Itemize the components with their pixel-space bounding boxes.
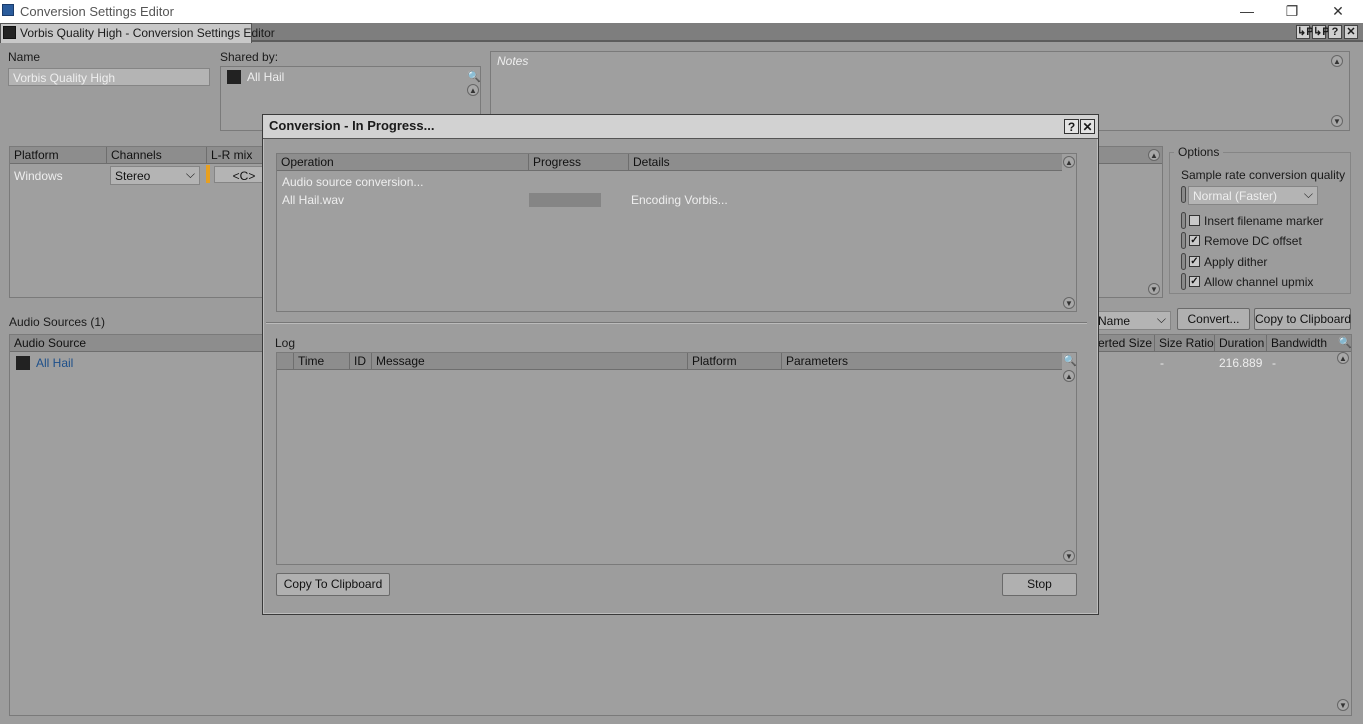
channels-dropdown[interactable]: Stereo ⌵ xyxy=(110,166,200,185)
log-scroll-up-icon[interactable]: ▲ xyxy=(1063,370,1075,382)
cb-pill xyxy=(1181,253,1186,270)
col-details[interactable]: Details xyxy=(628,154,1062,170)
insert-filename-marker-checkbox[interactable] xyxy=(1189,215,1200,226)
name-field[interactable]: Vorbis Quality High xyxy=(8,68,210,86)
remove-dc-offset-checkbox[interactable]: ✓ xyxy=(1189,235,1200,246)
col-duration[interactable]: Duration xyxy=(1214,335,1266,351)
dialog-help-button[interactable]: ? xyxy=(1064,119,1079,134)
name-label: Name xyxy=(8,50,41,64)
restore-button[interactable]: ❐ xyxy=(1269,0,1315,23)
size-ratio-cell: - xyxy=(1160,356,1164,370)
platform-scroll-up-icon[interactable]: ▲ xyxy=(1148,149,1160,161)
sources-scroll-down-icon[interactable]: ▼ xyxy=(1337,699,1349,711)
close-button[interactable]: ✕ xyxy=(1315,0,1361,23)
col-message[interactable]: Message xyxy=(371,353,687,369)
remove-dc-offset-label: Remove DC offset xyxy=(1204,234,1302,248)
duration-cell: 216.889 xyxy=(1219,356,1263,370)
col-platform[interactable]: Platform xyxy=(10,147,106,163)
col-log-blank xyxy=(277,353,293,369)
window-title: Conversion Settings Editor xyxy=(20,4,174,19)
cb-pill xyxy=(1181,232,1186,249)
apply-dither-checkbox[interactable]: ✓ xyxy=(1189,256,1200,267)
tab-label: Vorbis Quality High - Conversion Setting… xyxy=(20,26,275,40)
waveform-icon xyxy=(16,356,30,370)
col-progress[interactable]: Progress xyxy=(528,154,628,170)
insert-filename-marker-label: Insert filename marker xyxy=(1204,214,1324,228)
quality-dropdown[interactable]: Normal (Faster) ⌵ xyxy=(1188,186,1318,205)
scroll-up-icon[interactable]: ▲ xyxy=(467,84,479,96)
dialog-copy-to-clipboard-button[interactable]: Copy To Clipboard xyxy=(276,573,390,596)
minimize-button[interactable]: — xyxy=(1224,0,1270,23)
pin-alt-icon[interactable]: ↳P xyxy=(1312,25,1330,39)
col-size-ratio[interactable]: Size Ratio xyxy=(1154,335,1214,351)
log-table: Time ID Message Platform Parameters 🔍 ▲ … xyxy=(276,352,1077,565)
search-icon[interactable]: 🔍 xyxy=(467,70,481,83)
platform-cell: Windows xyxy=(14,169,63,183)
col-channels[interactable]: Channels xyxy=(106,147,206,163)
operations-header: Operation Progress Details xyxy=(277,154,1062,171)
notes-scroll-up-icon[interactable]: ▲ xyxy=(1331,55,1343,67)
chevron-down-icon: ⌵ xyxy=(1303,187,1313,201)
col-lr-mix[interactable]: L-R mix xyxy=(206,147,266,163)
sources-scroll-up-icon[interactable]: ▲ xyxy=(1337,352,1349,364)
operation-cell: Audio source conversion... xyxy=(282,175,424,189)
sort-value: Name xyxy=(1098,314,1131,328)
notes-placeholder: Notes xyxy=(497,54,529,68)
operation-cell: All Hail.wav xyxy=(282,193,345,207)
chevron-down-icon: ⌵ xyxy=(1156,312,1166,326)
shared-by-label: Shared by: xyxy=(220,50,279,64)
details-cell: Encoding Vorbis... xyxy=(631,193,728,207)
quality-pill xyxy=(1181,186,1186,203)
operations-table: Operation Progress Details Audio source … xyxy=(276,153,1077,312)
window-titlebar xyxy=(0,0,1363,23)
log-scroll-down-icon[interactable]: ▼ xyxy=(1063,550,1075,562)
pin-icon[interactable]: ↳P xyxy=(1296,25,1314,39)
copy-to-clipboard-button[interactable]: Copy to Clipboard xyxy=(1254,308,1351,330)
audio-source-link[interactable]: All Hail xyxy=(36,356,73,370)
stop-button[interactable]: Stop xyxy=(1002,573,1077,596)
cb-pill xyxy=(1181,273,1186,290)
bandwidth-cell: - xyxy=(1272,356,1276,370)
quality-label: Sample rate conversion quality xyxy=(1181,168,1346,182)
lr-mix-marker xyxy=(206,165,210,183)
quality-value: Normal (Faster) xyxy=(1193,189,1278,203)
convert-button[interactable]: Convert... xyxy=(1177,308,1250,330)
col-bandwidth[interactable]: Bandwidth xyxy=(1266,335,1336,351)
operations-scroll-down-icon[interactable]: ▼ xyxy=(1063,297,1075,309)
col-parameters[interactable]: Parameters xyxy=(781,353,1062,369)
channels-value: Stereo xyxy=(115,169,151,183)
dialog-title: Conversion - In Progress... xyxy=(269,118,435,133)
audio-sources-title: Audio Sources (1) xyxy=(9,315,106,329)
col-platform[interactable]: Platform xyxy=(687,353,781,369)
search-icon[interactable]: 🔍 xyxy=(1063,354,1077,367)
apply-dither-label: Apply dither xyxy=(1204,255,1268,269)
log-header: Time ID Message Platform Parameters xyxy=(277,353,1062,370)
sound-icon xyxy=(227,70,241,84)
options-title: Options xyxy=(1174,145,1224,159)
search-icon[interactable]: 🔍 xyxy=(1338,336,1352,349)
allow-channel-upmix-label: Allow channel upmix xyxy=(1204,275,1314,289)
app-icon xyxy=(2,4,14,16)
dialog-divider xyxy=(266,322,1087,324)
shared-item[interactable]: All Hail xyxy=(247,70,284,84)
chevron-down-icon: ⌵ xyxy=(185,167,195,181)
sort-dropdown[interactable]: Name ⌵ xyxy=(1093,311,1171,330)
close-tab-icon[interactable]: ✕ xyxy=(1344,25,1358,39)
col-time[interactable]: Time xyxy=(293,353,349,369)
help-icon[interactable]: ? xyxy=(1328,25,1342,39)
col-audio-source[interactable]: Audio Source xyxy=(10,335,260,351)
allow-channel-upmix-checkbox[interactable]: ✓ xyxy=(1189,276,1200,287)
progress-bar xyxy=(529,193,601,207)
platform-scroll-down-icon[interactable]: ▼ xyxy=(1148,283,1160,295)
col-converted-size[interactable]: erted Size xyxy=(1094,335,1154,351)
log-label: Log xyxy=(275,336,296,350)
operations-scroll-up-icon[interactable]: ▲ xyxy=(1063,156,1075,168)
col-id[interactable]: ID xyxy=(349,353,371,369)
notes-scroll-down-icon[interactable]: ▼ xyxy=(1331,115,1343,127)
col-operation[interactable]: Operation xyxy=(277,154,528,170)
cb-pill xyxy=(1181,212,1186,229)
waveform-icon xyxy=(3,26,16,39)
dialog-close-button[interactable]: ✕ xyxy=(1080,119,1095,134)
